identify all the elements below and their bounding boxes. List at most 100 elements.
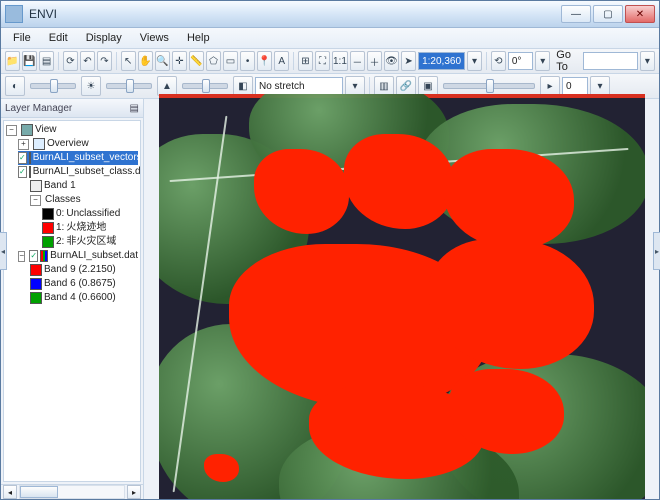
collapse-icon[interactable]: −: [6, 125, 17, 136]
zoom-out-icon[interactable]: －: [350, 51, 365, 71]
contrast-icon[interactable]: ◐: [5, 76, 25, 96]
tree-rgb-layer[interactable]: − ✓ BurnALI_subset.dat: [18, 249, 138, 263]
layer-checkbox[interactable]: ✓: [18, 152, 27, 164]
panel-handle-left[interactable]: ◂: [0, 232, 7, 270]
undo-icon[interactable]: ↶: [80, 51, 95, 71]
pointer-icon[interactable]: ↖: [121, 51, 136, 71]
rotate-icon[interactable]: ⟲: [491, 51, 506, 71]
class-index: 1:: [56, 221, 64, 235]
class-swatch-icon: [42, 236, 54, 248]
zoom-field[interactable]: 1:20,360: [418, 52, 465, 70]
window-title: ENVI: [29, 7, 561, 21]
eyedrop-icon[interactable]: 👁: [384, 51, 399, 71]
hist-icon[interactable]: ▥: [374, 76, 394, 96]
zoom-fit-icon[interactable]: ⛶: [315, 51, 330, 71]
scroll-thumb[interactable]: [20, 486, 58, 498]
main-window: ENVI — ▢ ✕ File Edit Display Views Help …: [0, 0, 660, 500]
menubar: File Edit Display Views Help: [1, 28, 659, 49]
stretch-value-field[interactable]: 0: [562, 77, 588, 95]
menu-help[interactable]: Help: [179, 30, 218, 46]
measure-icon[interactable]: 📏: [189, 51, 204, 71]
panel-handle-right[interactable]: ▸: [653, 232, 660, 270]
polygon-icon[interactable]: ⬠: [206, 51, 221, 71]
folder-icon[interactable]: 📁: [5, 51, 20, 71]
contrast-slider[interactable]: [106, 83, 152, 89]
brightness-slider[interactable]: [30, 83, 76, 89]
layer-manager-title: Layer Manager: [5, 103, 72, 114]
close-button[interactable]: ✕: [625, 5, 655, 23]
tree-classes[interactable]: − Classes: [30, 193, 138, 207]
vector-icon: [29, 152, 31, 164]
tree-overview[interactable]: + Overview: [18, 137, 138, 151]
link-icon[interactable]: 🔗: [396, 76, 416, 96]
marker-icon[interactable]: 📍: [257, 51, 272, 71]
titlebar: ENVI — ▢ ✕: [1, 1, 659, 28]
stretch-mode-field[interactable]: No stretch: [255, 77, 343, 95]
tree-vectors-layer[interactable]: ✓ BurnALI_subset_vectors: [18, 151, 138, 165]
layer-checkbox[interactable]: ✓: [29, 250, 38, 262]
panel-menu-icon[interactable]: ▤: [130, 103, 139, 114]
tree-band-item[interactable]: Band 4 (0.6600): [30, 291, 138, 305]
class-swatch-icon: [42, 208, 54, 220]
text-icon[interactable]: A: [274, 51, 289, 71]
crosshair-icon[interactable]: ✛: [172, 51, 187, 71]
view-icon: [21, 124, 33, 136]
expand-icon[interactable]: +: [18, 139, 29, 150]
slider-end-icon[interactable]: ▸: [540, 76, 560, 96]
menu-edit[interactable]: Edit: [41, 30, 76, 46]
scroll-right-icon[interactable]: ▸: [127, 485, 141, 499]
stretch-dropdown-icon[interactable]: ▾: [345, 76, 365, 96]
sharpen-slider[interactable]: [182, 83, 228, 89]
rgb-icon: [40, 250, 48, 262]
menu-views[interactable]: Views: [132, 30, 177, 46]
zoom-dropdown-icon[interactable]: ▾: [467, 51, 482, 71]
disk-icon[interactable]: 💾: [22, 51, 37, 71]
layer-checkbox[interactable]: ✓: [18, 166, 27, 178]
transparency-slider[interactable]: [443, 83, 535, 89]
rotate-field[interactable]: 0°: [508, 52, 533, 70]
scroll-left-icon[interactable]: ◂: [3, 485, 17, 499]
tree-class-item[interactable]: 1: 火烧迹地: [42, 221, 138, 235]
gamma-icon[interactable]: ◧: [233, 76, 253, 96]
tree-class-item[interactable]: 2: 非火灾区域: [42, 235, 138, 249]
tree-root-view[interactable]: − View: [6, 123, 138, 137]
scroll-track[interactable]: [19, 485, 125, 499]
layer-manager-header: Layer Manager ▤: [1, 99, 143, 118]
collapse-icon[interactable]: −: [30, 195, 41, 206]
band-swatch-icon: [30, 264, 42, 276]
menu-file[interactable]: File: [5, 30, 39, 46]
tree-class-layer[interactable]: ✓ BurnALI_subset_class.da: [18, 165, 138, 179]
class-name: 火烧迹地: [66, 221, 106, 235]
tree-class-item[interactable]: 0: Unclassified: [42, 207, 138, 221]
zoom-1to1-icon[interactable]: 1:1: [332, 51, 348, 71]
redo-icon[interactable]: ↷: [97, 51, 112, 71]
layers-icon[interactable]: ▤: [39, 51, 54, 71]
tree-scrollbar[interactable]: ◂ ▸: [1, 484, 143, 499]
view-area: [144, 99, 659, 499]
tree-band-item[interactable]: Band 9 (2.2150): [30, 263, 138, 277]
rotate-dropdown-icon[interactable]: ▾: [535, 51, 550, 71]
tree-band-item[interactable]: Band 6 (0.8675): [30, 277, 138, 291]
brightness-icon[interactable]: ☀: [81, 76, 101, 96]
maximize-button[interactable]: ▢: [593, 5, 623, 23]
minimize-button[interactable]: —: [561, 5, 591, 23]
goto-field[interactable]: [583, 52, 637, 70]
tree-band1[interactable]: Band 1: [30, 179, 138, 193]
zoom-in-icon[interactable]: 🔍: [155, 51, 170, 71]
value-dropdown-icon[interactable]: ▾: [590, 76, 610, 96]
zoom-box-icon[interactable]: ⊞: [298, 51, 313, 71]
image-canvas[interactable]: [159, 94, 645, 500]
collapse-icon[interactable]: ▣: [418, 76, 438, 96]
collapse-icon[interactable]: −: [18, 251, 25, 262]
sharpen-icon[interactable]: ▲: [157, 76, 177, 96]
pan-icon[interactable]: ✋: [138, 51, 153, 71]
band-icon: [30, 180, 42, 192]
rect-roi-icon[interactable]: ▭: [223, 51, 238, 71]
menu-display[interactable]: Display: [78, 30, 130, 46]
arrow-icon[interactable]: ➤: [401, 51, 416, 71]
goto-dropdown-icon[interactable]: ▾: [640, 51, 655, 71]
zoom-plus-icon[interactable]: ＋: [367, 51, 382, 71]
refresh-icon[interactable]: ⟳: [63, 51, 78, 71]
point-roi-icon[interactable]: •: [240, 51, 255, 71]
layer-tree[interactable]: − View + Overview ✓: [3, 120, 141, 482]
